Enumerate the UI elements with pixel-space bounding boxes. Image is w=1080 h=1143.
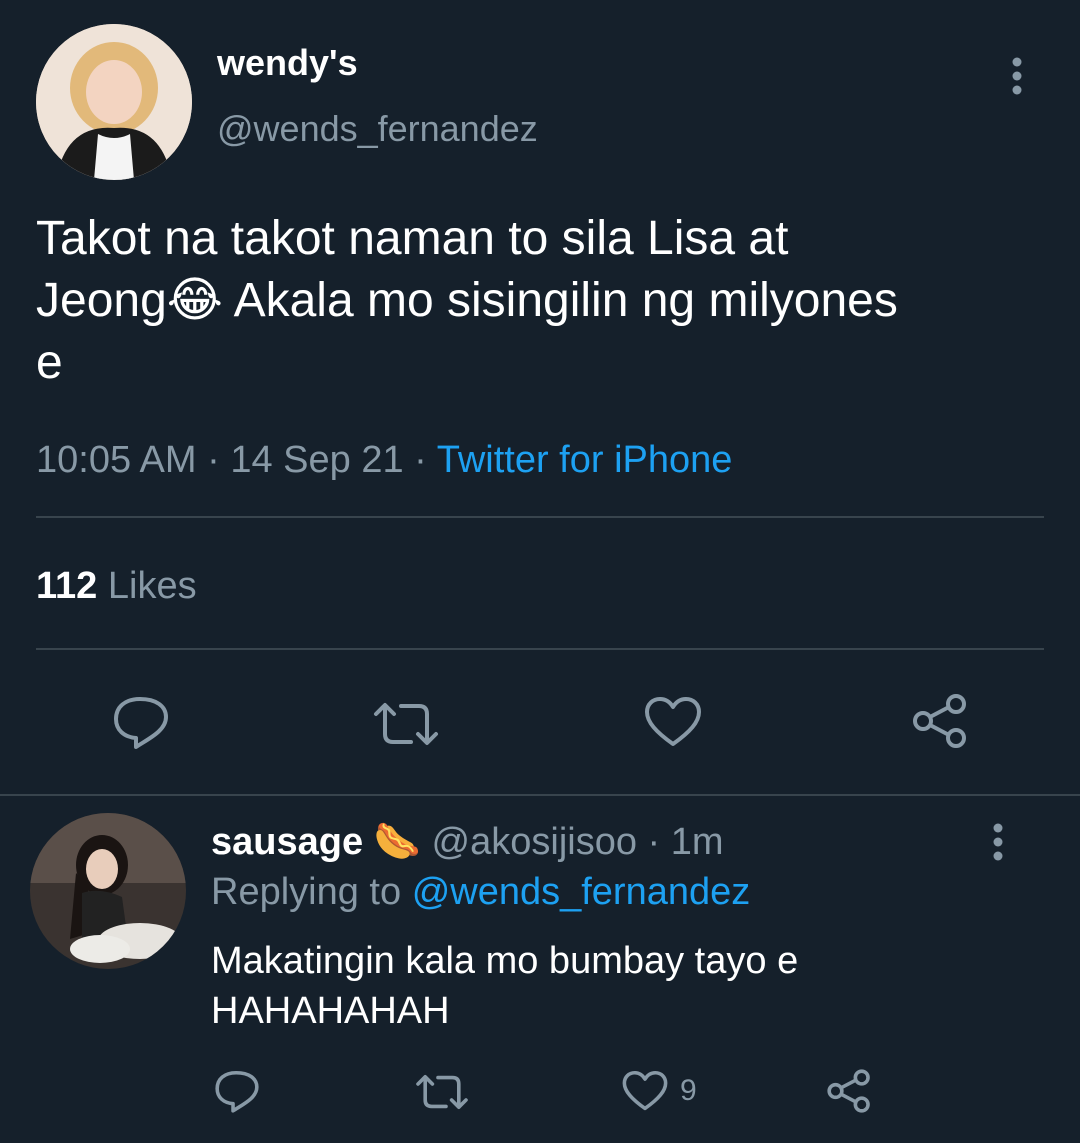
reply-icon[interactable] — [112, 694, 170, 750]
divider — [36, 648, 1044, 650]
tweet-text-line: Takot na takot naman to sila Lisa at — [36, 212, 789, 265]
retweet-icon[interactable] — [414, 1072, 470, 1112]
hotdog-emoji: 🌭 — [373, 821, 421, 863]
likes-summary[interactable]: 112 Likes — [36, 564, 197, 608]
share-icon[interactable] — [826, 1068, 872, 1114]
more-vertical-icon[interactable] — [987, 822, 1009, 862]
tweet-text-line: Jeong😂 Akala mo sisingilin ng milyones — [36, 270, 1046, 332]
author-display-name[interactable]: wendy's — [217, 42, 358, 84]
replying-to-label: Replying to — [211, 871, 402, 913]
tweet-meta: 10:05 AM · 14 Sep 21 · Twitter for iPhon… — [36, 438, 732, 482]
reply-like-count: 9 — [680, 1074, 697, 1107]
likes-count: 112 — [36, 565, 98, 607]
reply-icon[interactable] — [214, 1068, 260, 1114]
replying-to-handle[interactable]: @wends_fernandez — [412, 871, 751, 913]
reply-text-line: HAHAHAHAH — [211, 990, 450, 1032]
reply-header: sausage 🌭 @akosijisoo · 1m — [211, 820, 724, 864]
replying-to: Replying to @wends_fernandez — [211, 870, 750, 914]
reply-display-name[interactable]: sausage — [211, 821, 363, 863]
tweet-text-line: e — [36, 336, 63, 389]
meta-separator: · — [414, 439, 427, 481]
reply-age[interactable]: 1m — [671, 821, 724, 863]
reply-text: Makatingin kala mo bumbay tayo e HAHAHAH… — [211, 936, 798, 1036]
tweet-date[interactable]: 14 Sep 21 — [230, 439, 403, 481]
divider — [36, 516, 1044, 518]
divider — [0, 794, 1080, 796]
more-vertical-icon[interactable] — [1006, 56, 1028, 96]
author-handle[interactable]: @wends_fernandez — [217, 108, 538, 150]
heart-icon — [622, 1070, 668, 1112]
share-icon[interactable] — [911, 692, 969, 750]
laughing-emoji: 😂 — [166, 274, 223, 327]
reply-handle[interactable]: @akosijisoo — [432, 821, 637, 863]
likes-label: Likes — [107, 565, 197, 607]
tweet-time[interactable]: 10:05 AM — [36, 439, 197, 481]
meta-separator: · — [207, 439, 220, 481]
reply-text-line: Makatingin kala mo bumbay tayo e — [211, 940, 799, 982]
author-avatar[interactable] — [36, 24, 192, 180]
retweet-icon[interactable] — [371, 700, 441, 748]
reply-author-avatar[interactable] — [30, 813, 186, 969]
meta-separator: · — [647, 821, 661, 863]
tweet-text-segment: Akala mo sisingilin ng milyones — [222, 274, 898, 327]
heart-icon[interactable] — [644, 696, 702, 748]
tweet-source-link[interactable]: Twitter for iPhone — [437, 439, 733, 481]
tweet-text-segment: Jeong — [36, 274, 167, 327]
tweet-text: Takot na takot naman to sila Lisa at Jeo… — [36, 208, 1046, 394]
reply-like-button[interactable]: 9 — [622, 1068, 697, 1114]
